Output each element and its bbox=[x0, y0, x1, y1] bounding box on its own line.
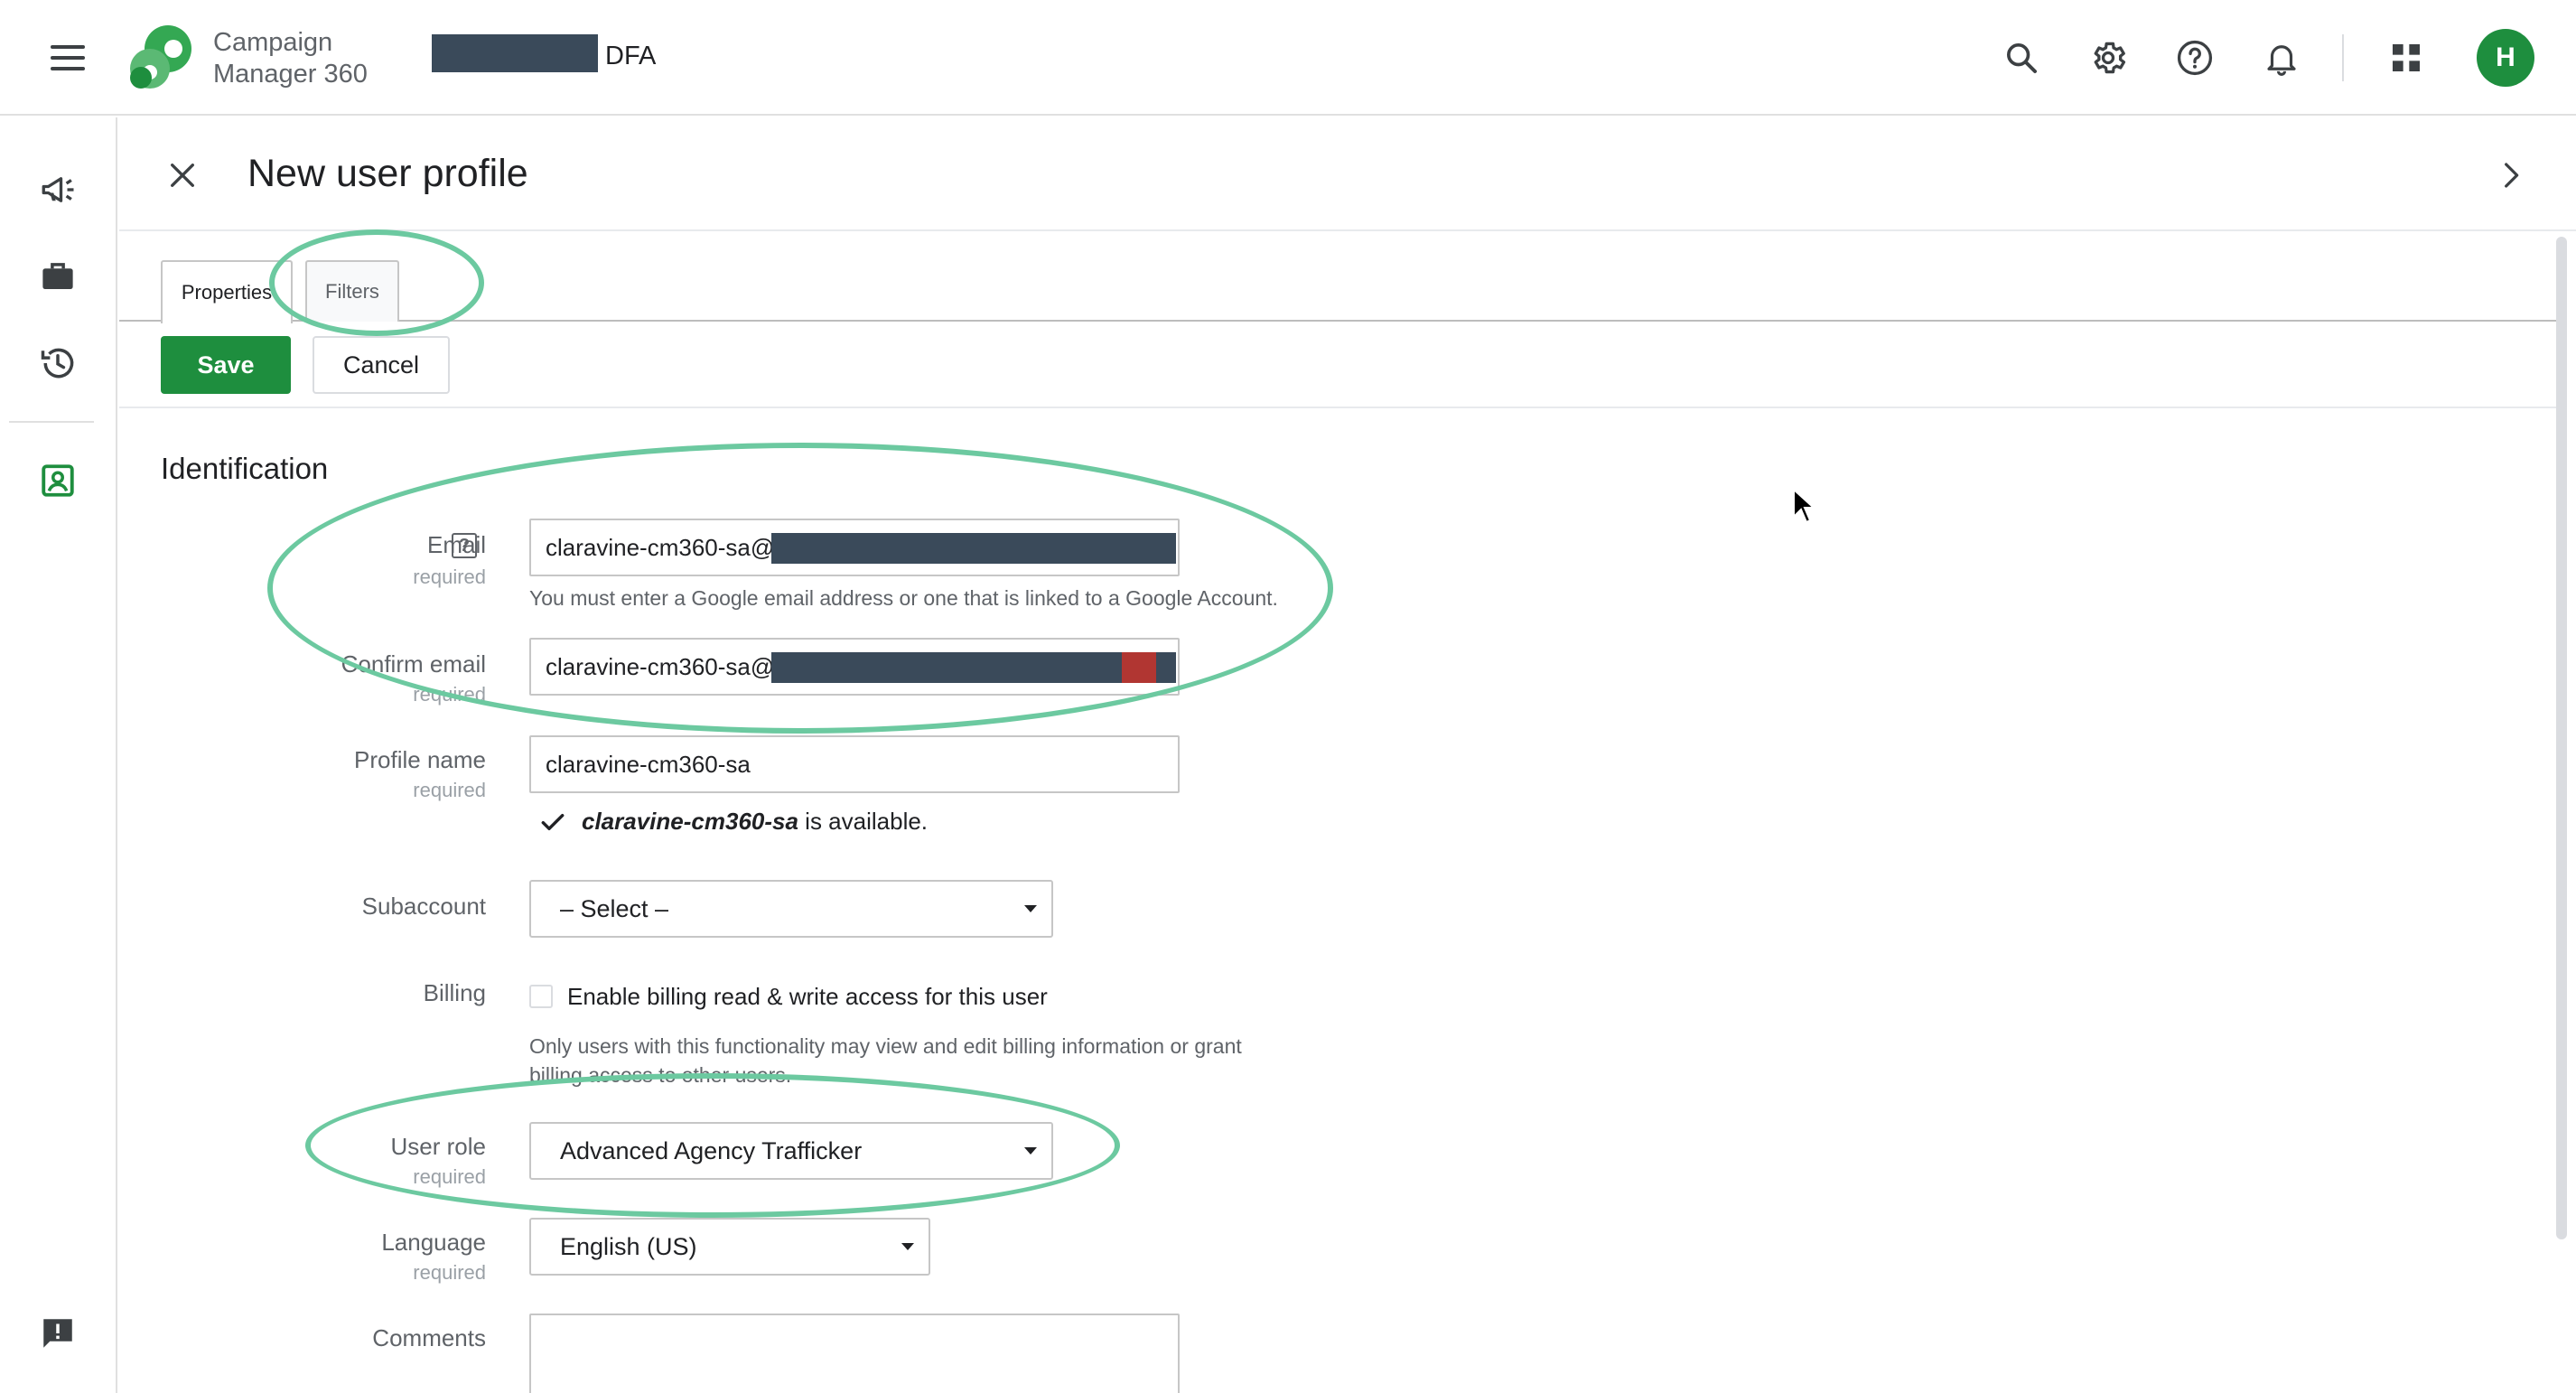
confirm-email-label: Confirm email bbox=[341, 650, 486, 678]
account-name-redacted bbox=[432, 34, 598, 72]
profile-name-required-label: required bbox=[413, 779, 486, 801]
product-name: Campaign Manager 360 bbox=[213, 28, 368, 89]
help-icon[interactable] bbox=[2170, 33, 2220, 83]
billing-access-checkbox[interactable] bbox=[529, 985, 553, 1008]
email-hint: You must enter a Google email address or… bbox=[529, 586, 1278, 610]
user-role-select[interactable]: Advanced Agency Trafficker bbox=[529, 1122, 1053, 1180]
save-button[interactable]: Save bbox=[161, 336, 291, 394]
billing-label: Billing bbox=[423, 979, 486, 1006]
chevron-down-icon bbox=[901, 1243, 914, 1250]
billing-hint: Only users with this functionality may v… bbox=[529, 1034, 1242, 1087]
briefcase-icon[interactable] bbox=[33, 251, 83, 302]
avatar[interactable]: H bbox=[2477, 29, 2534, 87]
email-field[interactable]: claravine-cm360-sa@ bbox=[529, 519, 1180, 576]
subaccount-select[interactable]: – Select – bbox=[529, 880, 1053, 938]
language-label: Language bbox=[381, 1229, 486, 1256]
page-title: New user profile bbox=[247, 152, 528, 195]
confirm-email-domain-redacted bbox=[771, 652, 1176, 683]
feedback-icon[interactable] bbox=[33, 1308, 83, 1359]
language-select[interactable]: English (US) bbox=[529, 1218, 930, 1276]
actions-divider bbox=[119, 407, 2558, 408]
availability-suffix: is available. bbox=[798, 808, 929, 835]
tabs-underline bbox=[119, 320, 2558, 322]
section-title: Identification bbox=[161, 452, 329, 485]
email-field-value: claravine-cm360-sa@ bbox=[546, 533, 775, 561]
user-role-select-value: Advanced Agency Trafficker bbox=[560, 1136, 863, 1164]
email-domain-redacted bbox=[771, 533, 1176, 564]
profile-name-field-value: claravine-cm360-sa bbox=[546, 750, 751, 778]
apps-grid-icon[interactable] bbox=[2381, 33, 2431, 83]
email-required-label: required bbox=[413, 566, 486, 588]
help-icon[interactable]: ? bbox=[452, 533, 477, 558]
hamburger-menu-icon[interactable] bbox=[45, 36, 92, 79]
tab-properties[interactable]: Properties bbox=[161, 260, 293, 323]
close-icon[interactable] bbox=[157, 150, 208, 201]
left-navigation-rail bbox=[0, 117, 117, 1393]
campaign-manager-logo-icon bbox=[130, 25, 191, 89]
user-profile-icon[interactable] bbox=[33, 455, 83, 506]
subaccount-label: Subaccount bbox=[361, 893, 486, 920]
search-icon[interactable] bbox=[1996, 33, 2047, 83]
comments-label: Comments bbox=[372, 1324, 486, 1351]
availability-profile-name: claravine-cm360-sa bbox=[582, 808, 798, 835]
scrollbar[interactable] bbox=[2556, 237, 2567, 1239]
rail-divider bbox=[9, 421, 94, 423]
language-select-value: English (US) bbox=[560, 1232, 697, 1260]
chevron-right-icon[interactable] bbox=[2486, 150, 2536, 201]
profile-name-field[interactable]: claravine-cm360-sa bbox=[529, 735, 1180, 793]
cancel-button[interactable]: Cancel bbox=[313, 336, 450, 394]
account-name-suffix: DFA bbox=[605, 42, 657, 70]
chevron-down-icon bbox=[1024, 905, 1037, 912]
billing-checkbox-label: Enable billing read & write access for t… bbox=[567, 983, 1048, 1010]
confirm-email-required-label: required bbox=[413, 683, 486, 706]
chevron-down-icon bbox=[1024, 1147, 1037, 1155]
user-role-required-label: required bbox=[413, 1165, 486, 1188]
error-indicator-icon bbox=[1122, 652, 1156, 683]
language-required-label: required bbox=[413, 1261, 486, 1284]
comments-textarea[interactable] bbox=[529, 1314, 1180, 1393]
bell-icon[interactable] bbox=[2256, 33, 2307, 83]
tab-filters[interactable]: Filters bbox=[305, 260, 399, 322]
topbar-divider bbox=[2342, 34, 2344, 81]
user-role-label: User role bbox=[390, 1133, 486, 1160]
history-icon[interactable] bbox=[33, 338, 83, 388]
profile-name-availability: claravine-cm360-sa is available. bbox=[582, 808, 928, 836]
gear-icon[interactable] bbox=[2083, 33, 2133, 83]
profile-name-label: Profile name bbox=[354, 746, 486, 773]
confirm-email-field-value: claravine-cm360-sa@ bbox=[546, 652, 775, 680]
confirm-email-field[interactable]: claravine-cm360-sa@ bbox=[529, 638, 1180, 696]
megaphone-icon[interactable] bbox=[33, 164, 83, 215]
checkmark-icon bbox=[538, 808, 567, 837]
subaccount-select-value: – Select – bbox=[560, 894, 669, 922]
mouse-pointer-icon bbox=[1793, 488, 1816, 524]
